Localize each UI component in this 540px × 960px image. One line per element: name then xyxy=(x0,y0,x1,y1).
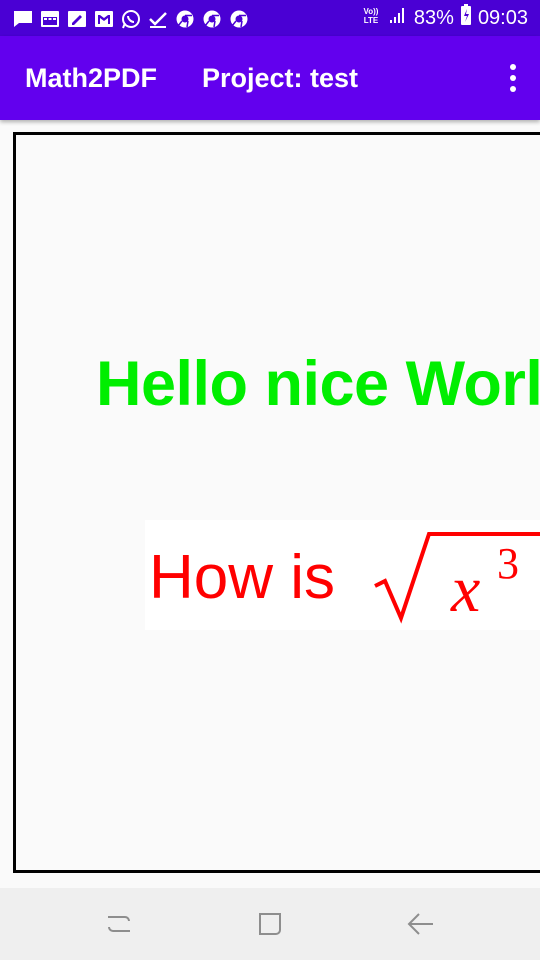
gmail-icon xyxy=(93,9,115,29)
chrome-icon xyxy=(201,9,223,29)
app-bar: Math2PDF Project: test xyxy=(0,36,540,120)
document-heading: Hello nice World xyxy=(96,348,540,420)
chrome-icon xyxy=(174,9,196,29)
svg-text:LTE: LTE xyxy=(364,16,379,25)
formula-exponent: 3 xyxy=(497,539,519,588)
status-bar: Vo)) LTE 83% 09:03 xyxy=(0,0,540,36)
volte-icon: Vo)) LTE xyxy=(360,5,382,31)
menu-dot xyxy=(510,75,516,81)
battery-percent: 83% xyxy=(413,6,454,29)
battery-charging-icon xyxy=(460,4,472,32)
home-icon[interactable] xyxy=(254,908,286,940)
heading-text: Hello nice World xyxy=(96,349,540,419)
recents-icon[interactable] xyxy=(103,908,135,940)
document-canvas[interactable]: Hello nice World How is x 3 xyxy=(13,132,540,873)
notification-icons xyxy=(12,8,250,30)
more-vert-icon[interactable] xyxy=(506,62,520,94)
message-icon xyxy=(12,9,34,29)
app-title: Math2PDF xyxy=(25,63,158,93)
system-status: Vo)) LTE 83% 09:03 xyxy=(360,4,528,32)
back-icon[interactable] xyxy=(405,908,437,940)
math-block: How is x 3 xyxy=(145,520,540,630)
edit-icon xyxy=(66,9,88,29)
chrome-icon xyxy=(228,9,250,29)
navigation-bar xyxy=(0,888,540,960)
project-title[interactable]: Project: test xyxy=(202,63,358,94)
sqrt-formula: x 3 xyxy=(374,532,540,626)
math-text: How is xyxy=(149,543,336,612)
whatsapp-icon xyxy=(120,9,142,29)
svg-text:Vo)): Vo)) xyxy=(363,7,378,16)
checkmark-icon xyxy=(147,9,169,29)
calendar-icon xyxy=(39,9,61,29)
clock: 09:03 xyxy=(477,6,528,29)
menu-dot xyxy=(510,64,516,70)
signal-icon xyxy=(388,5,408,31)
menu-dot xyxy=(510,86,516,92)
formula-variable: x xyxy=(450,553,480,626)
